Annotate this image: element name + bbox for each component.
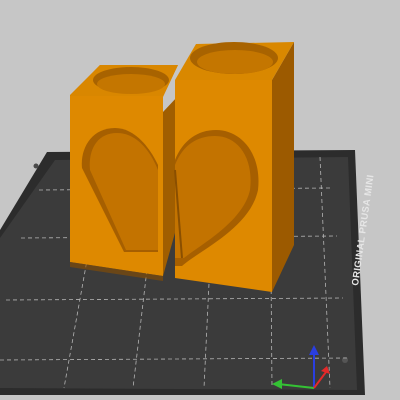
model-right-half[interactable] <box>174 42 294 292</box>
scene-canvas[interactable]: ORIGINAL PRUSA MINI <box>0 0 400 400</box>
model-left-half[interactable] <box>70 65 178 281</box>
3d-viewport[interactable]: ORIGINAL PRUSA MINI <box>0 0 400 400</box>
bed-screw-icon <box>33 163 39 169</box>
